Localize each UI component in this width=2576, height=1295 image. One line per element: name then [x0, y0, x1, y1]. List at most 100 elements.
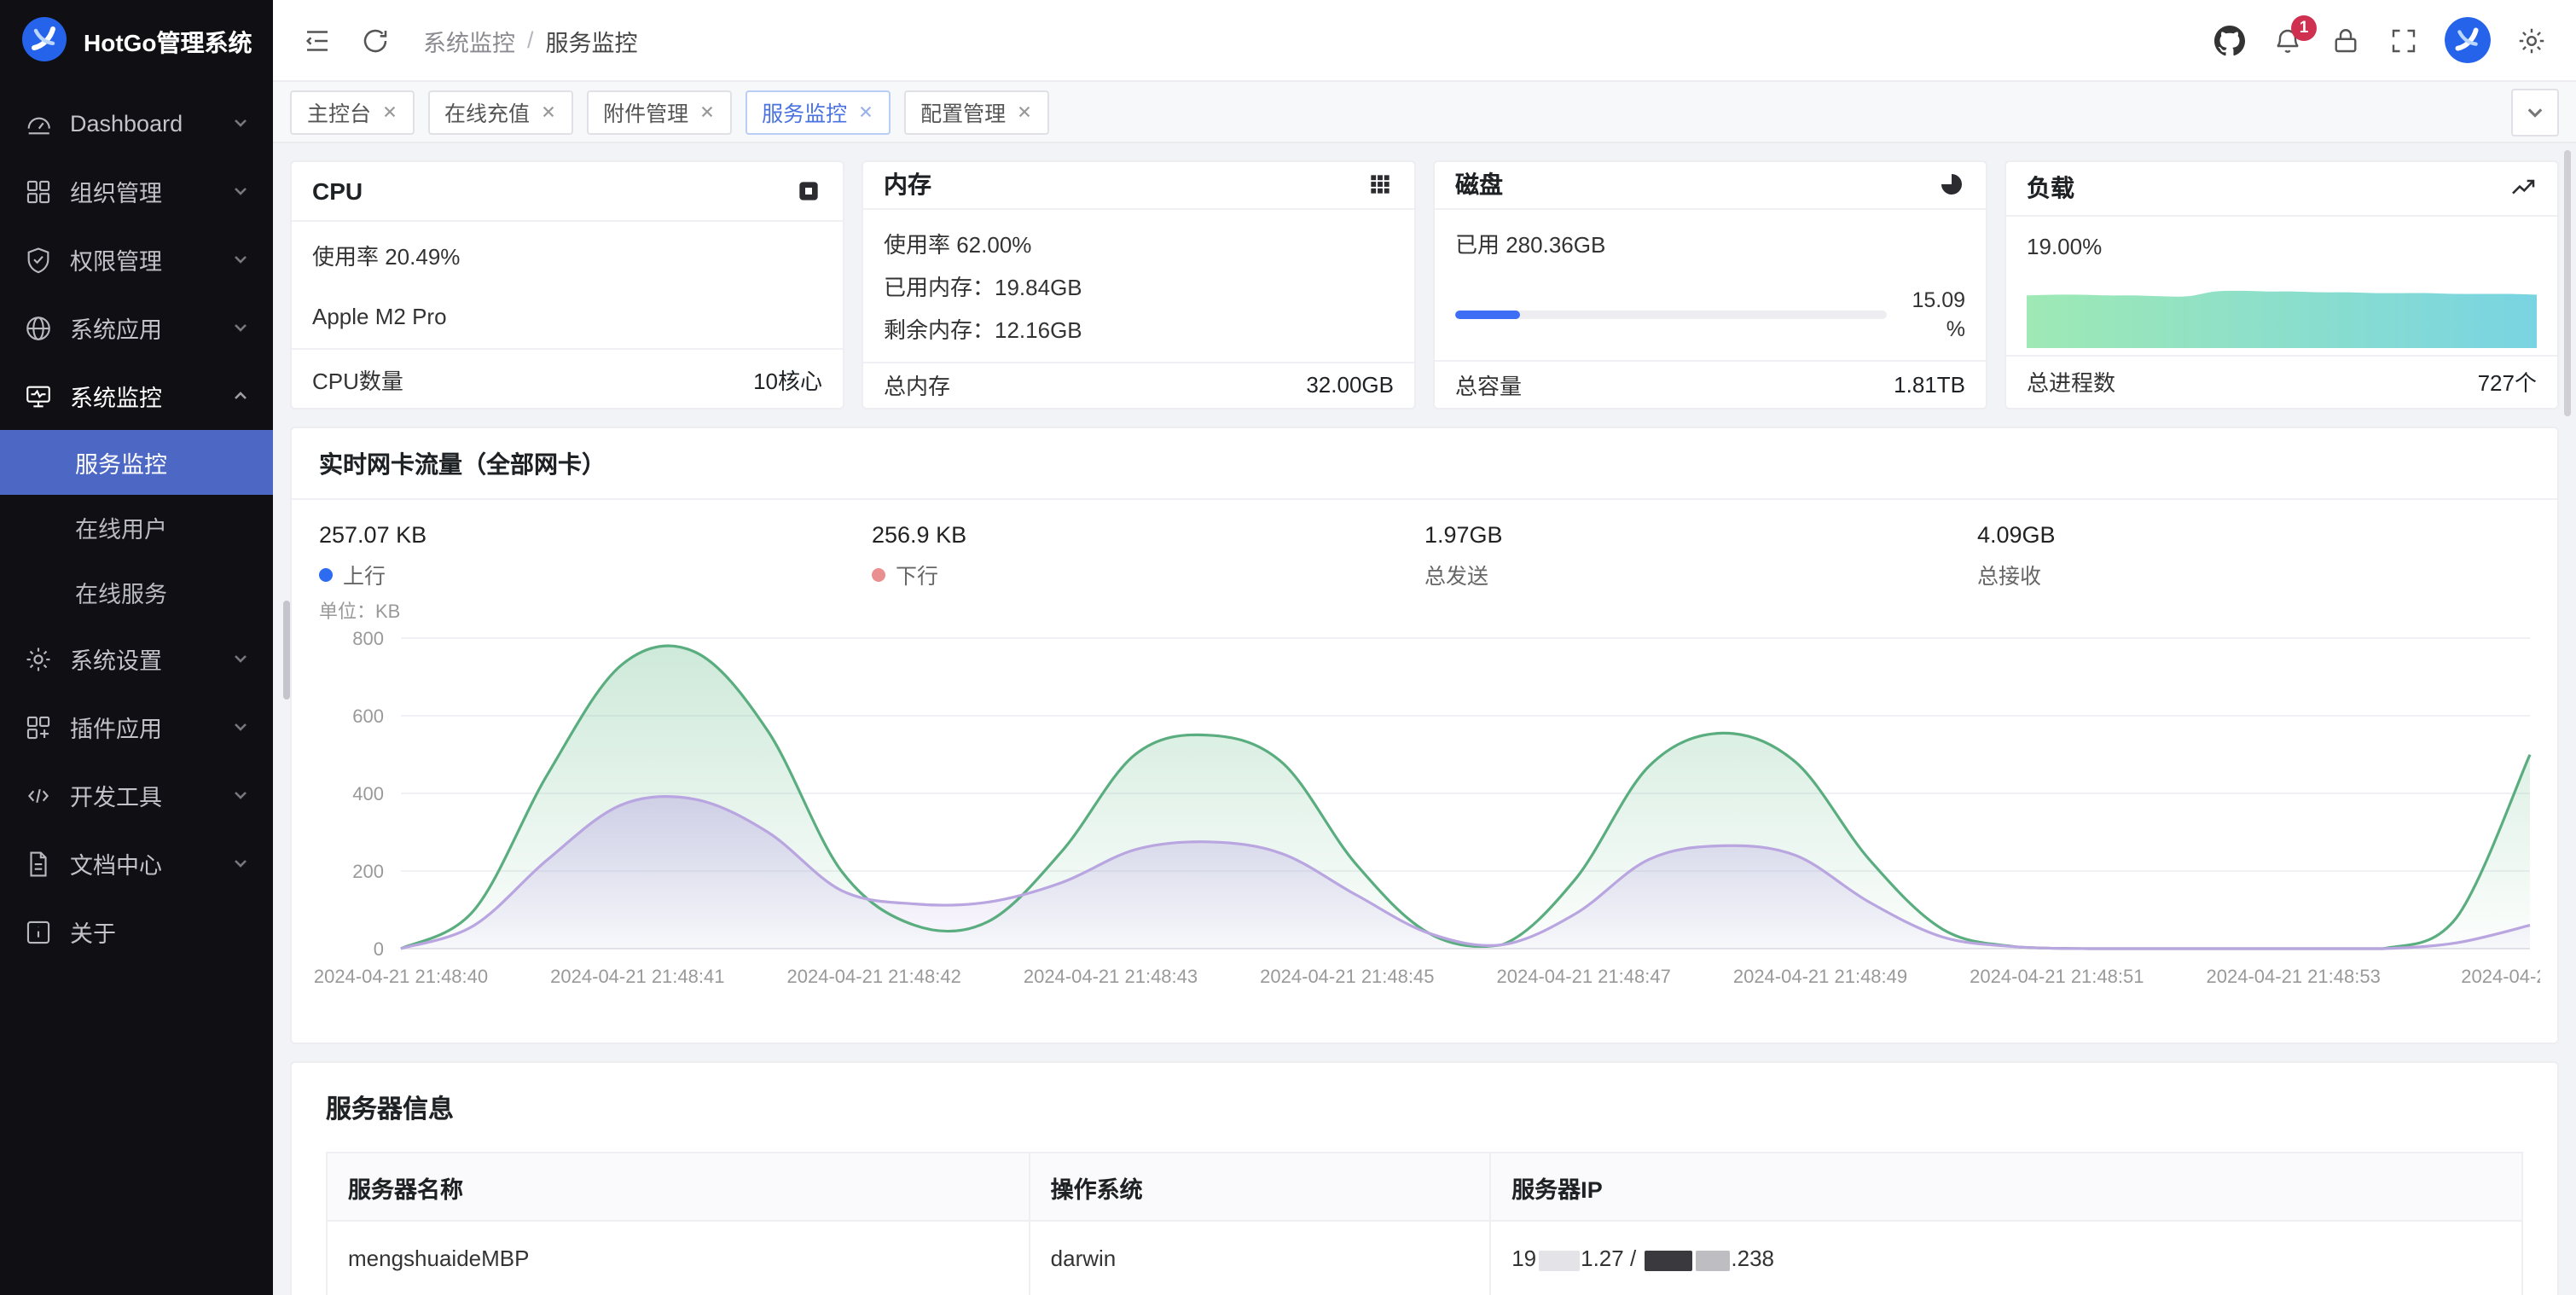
traffic-stats-row: 257.07 KB 上行 256.9 KB 下行 1.97GB 总发送 4.09… — [292, 500, 2557, 594]
svg-text:2024-04-21 21:48:45: 2024-04-21 21:48:45 — [1260, 966, 1434, 987]
traffic-stat-download: 256.9 KB 下行 — [872, 522, 1424, 590]
tab-list-chevron-icon[interactable] — [2511, 88, 2559, 136]
chevron-down-icon — [232, 787, 249, 804]
sidebar-item-permissions[interactable]: 权限管理 — [0, 225, 273, 293]
svg-text:2024-04-21 21:48:40: 2024-04-21 21:48:40 — [314, 966, 488, 987]
tab-config-manage[interactable]: 配置管理 — [903, 90, 1048, 134]
load-footer-label: 总进程数 — [2027, 366, 2115, 398]
traffic-stat-total-sent: 1.97GB 总发送 — [1424, 522, 1977, 590]
content-scrollbar-thumb[interactable] — [2564, 150, 2571, 416]
sidebar-item-system-monitor[interactable]: 系统监控 — [0, 362, 273, 430]
download-dot-icon — [872, 567, 885, 581]
github-icon[interactable] — [2213, 23, 2247, 57]
disk-progress-bar — [1455, 311, 1887, 319]
sidebar-item-online-services[interactable]: 在线服务 — [0, 560, 273, 624]
tab-close-icon[interactable] — [540, 104, 555, 119]
memory-footer-value: 32.00GB — [1306, 373, 1394, 398]
lock-screen-icon[interactable] — [2329, 23, 2363, 57]
app-root: HotGo管理系统 Dashboard 组织管理 权限管理 系统应用 — [0, 0, 2576, 1295]
sidebar-item-system-apps[interactable]: 系统应用 — [0, 293, 273, 362]
tab-bar: 主控台 在线充值 附件管理 服务监控 配置管理 — [273, 82, 2576, 143]
server-ip-cell: 191.27 / .238 — [1490, 1221, 2522, 1295]
cpu-chip-icon — [795, 177, 822, 205]
tab-close-icon[interactable] — [857, 104, 873, 119]
table-row: mengshuaideMBP darwin 191.27 / .238 — [327, 1221, 2522, 1295]
sidebar-item-organization[interactable]: 组织管理 — [0, 157, 273, 225]
sidebar-item-plugins[interactable]: 插件应用 — [0, 693, 273, 761]
chevron-down-icon — [232, 855, 249, 872]
ip-redaction-block — [1644, 1250, 1691, 1270]
notification-badge: 1 — [2291, 15, 2317, 40]
disk-progress-fill — [1455, 311, 1520, 319]
cpu-model: Apple M2 Pro — [312, 304, 822, 329]
tab-close-icon[interactable] — [699, 104, 714, 119]
svg-text:2024-04-21 21:48:47: 2024-04-21 21:48:47 — [1497, 966, 1671, 987]
sidebar-item-about[interactable]: 关于 — [0, 897, 273, 966]
sidebar-item-dev-tools[interactable]: 开发工具 — [0, 761, 273, 829]
settings-gear-icon[interactable] — [2515, 23, 2549, 57]
memory-card: 内存 使用率 62.00% 已用内存：19.84GB 剩余内存：12.16GB … — [862, 160, 1416, 409]
sidebar-item-service-monitor[interactable]: 服务监控 — [0, 430, 273, 495]
load-sparkline-chart — [2027, 269, 2537, 347]
memory-grid-icon — [1366, 171, 1394, 199]
svg-text:2024-04-21 21:48:41: 2024-04-21 21:48:41 — [550, 966, 724, 987]
load-card-title: 负载 — [2027, 171, 2074, 206]
sidebar-menu: Dashboard 组织管理 权限管理 系统应用 系统监控 — [0, 85, 273, 1295]
gear-icon — [24, 644, 53, 673]
chevron-up-icon — [232, 387, 249, 404]
memory-usage: 使用率 62.00% — [884, 226, 1394, 258]
svg-text:单位：KB: 单位：KB — [319, 601, 400, 622]
breadcrumb: 系统监控 / 服务监控 — [423, 23, 638, 57]
sidebar-item-dashboard[interactable]: Dashboard — [0, 89, 273, 157]
disk-percent: 15.09 % — [1904, 286, 1965, 344]
load-value: 19.00% — [2027, 233, 2537, 258]
tab-online-recharge[interactable]: 在线充值 — [427, 90, 572, 134]
svg-text:2024-04-21 21:48:43: 2024-04-21 21:48:43 — [1024, 966, 1198, 987]
tab-service-monitor[interactable]: 服务监控 — [745, 90, 890, 134]
user-avatar[interactable] — [2445, 17, 2491, 63]
load-card: 负载 19.00% 总进程数 727个 — [2005, 160, 2559, 409]
breadcrumb-parent[interactable]: 系统监控 — [423, 23, 515, 57]
chevron-down-icon — [232, 114, 249, 131]
column-os: 操作系统 — [1030, 1153, 1491, 1221]
chevron-down-icon — [232, 650, 249, 667]
notifications-bell-icon[interactable]: 1 — [2271, 23, 2305, 57]
upload-dot-icon — [319, 567, 333, 581]
cpu-footer-value: 10核心 — [753, 363, 822, 395]
svg-text:600: 600 — [352, 706, 384, 727]
svg-text:200: 200 — [352, 861, 384, 882]
cpu-usage: 使用率 20.49% — [312, 239, 822, 271]
tab-close-icon[interactable] — [1016, 104, 1031, 119]
sidebar-scrollbar-thumb[interactable] — [283, 601, 290, 700]
sidebar-item-docs[interactable]: 文档中心 — [0, 829, 273, 897]
refresh-icon[interactable] — [358, 23, 392, 57]
column-server-ip: 服务器IP — [1490, 1153, 2522, 1221]
tab-attachments[interactable]: 附件管理 — [586, 90, 731, 134]
breadcrumb-current: 服务监控 — [546, 23, 638, 57]
svg-text:2024-04-21 21:48:51: 2024-04-21 21:48:51 — [1970, 966, 2144, 987]
cpu-card-title: CPU — [312, 177, 363, 205]
svg-text:2024-04-21 21:4: 2024-04-21 21:4 — [2461, 966, 2540, 987]
column-server-name: 服务器名称 — [327, 1153, 1030, 1221]
trend-line-icon — [2509, 175, 2537, 202]
traffic-stat-upload: 257.07 KB 上行 — [319, 522, 872, 590]
memory-card-title: 内存 — [884, 168, 931, 202]
ip-redaction-block — [1695, 1250, 1729, 1270]
tab-close-icon[interactable] — [381, 104, 397, 119]
server-os-cell: darwin — [1030, 1221, 1491, 1295]
sidebar-item-online-users[interactable]: 在线用户 — [0, 495, 273, 560]
breadcrumb-separator: / — [527, 27, 534, 53]
content-area: CPU 使用率 20.49% Apple M2 Pro CPU数量 10核心 — [273, 143, 2576, 1295]
fullscreen-icon[interactable] — [2387, 23, 2421, 57]
disk-used: 已用 280.36GB — [1455, 226, 1965, 258]
traffic-panel-title: 实时网卡流量（全部网卡） — [292, 428, 2557, 500]
document-icon — [24, 849, 53, 878]
app-logo[interactable]: HotGo管理系统 — [0, 0, 273, 85]
sidebar-collapse-icon[interactable] — [300, 23, 334, 57]
svg-text:400: 400 — [352, 783, 384, 804]
cpu-card: CPU 使用率 20.49% Apple M2 Pro CPU数量 10核心 — [290, 160, 844, 409]
sidebar-item-system-settings[interactable]: 系统设置 — [0, 624, 273, 693]
top-header: 系统监控 / 服务监控 1 — [273, 0, 2576, 82]
tab-console[interactable]: 主控台 — [290, 90, 414, 134]
shield-icon — [24, 245, 53, 274]
